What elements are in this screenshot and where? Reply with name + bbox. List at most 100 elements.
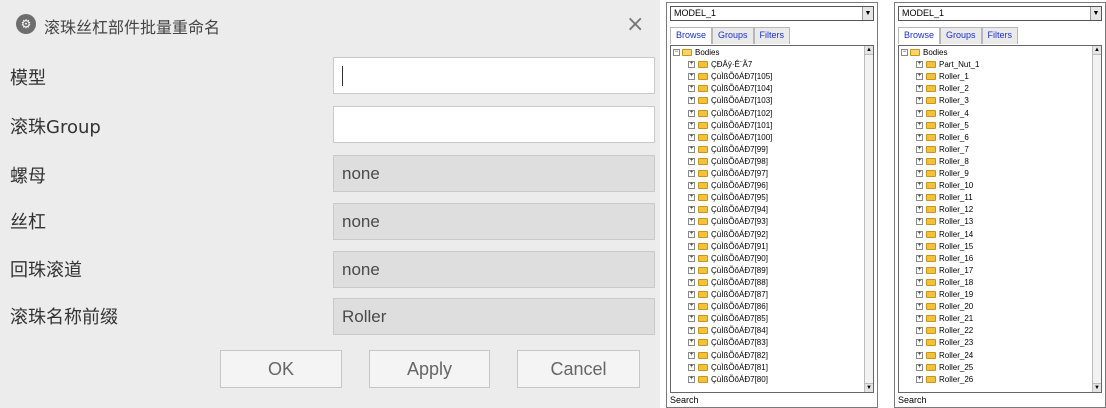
text-caret	[342, 66, 343, 86]
scroll-down-icon[interactable]: ▼	[1093, 383, 1101, 392]
plus-icon[interactable]: +	[916, 375, 923, 383]
plus-icon[interactable]: +	[688, 230, 695, 238]
plus-icon[interactable]: +	[688, 85, 695, 93]
plus-icon[interactable]: +	[916, 266, 923, 274]
plus-icon[interactable]: +	[916, 218, 923, 226]
tab-browse[interactable]: Browse	[898, 27, 941, 44]
plus-icon[interactable]: +	[688, 133, 695, 141]
plus-icon[interactable]: +	[688, 327, 695, 335]
tree-item-label: ÇùÌßÕôÁÐ7[87]	[711, 290, 768, 299]
model-input[interactable]	[333, 57, 655, 94]
plus-icon[interactable]: +	[916, 242, 923, 250]
folder-icon	[926, 121, 936, 129]
plus-icon[interactable]: +	[916, 291, 923, 298]
search-label[interactable]: Search	[898, 395, 927, 405]
plus-icon[interactable]: +	[916, 97, 923, 105]
chevron-down-icon[interactable]: ▼	[862, 7, 873, 20]
plus-icon[interactable]: +	[916, 182, 923, 190]
model-select[interactable]: MODEL_1 ▼	[898, 6, 1102, 21]
scroll-up-icon[interactable]: ▲	[1093, 46, 1101, 55]
tab-groups[interactable]: Groups	[712, 27, 754, 44]
scroll-up-icon[interactable]: ▲	[865, 46, 873, 55]
plus-icon[interactable]: +	[916, 363, 923, 371]
folder-icon	[698, 278, 708, 286]
plus-icon[interactable]: +	[688, 351, 695, 359]
plus-icon[interactable]: +	[916, 303, 923, 311]
plus-icon[interactable]: +	[916, 133, 923, 141]
plus-icon[interactable]: +	[916, 254, 923, 262]
plus-icon[interactable]: +	[688, 121, 695, 129]
tree-item-label: ÇùÌßÕôÁÐ7[90]	[711, 253, 768, 263]
plus-icon[interactable]: +	[688, 339, 695, 347]
plus-icon[interactable]: +	[916, 327, 923, 335]
cancel-button[interactable]: Cancel	[517, 350, 640, 388]
plus-icon[interactable]: +	[916, 230, 923, 238]
plus-icon[interactable]: +	[688, 375, 695, 383]
plus-icon[interactable]: +	[916, 157, 923, 165]
plus-icon[interactable]: +	[688, 278, 695, 286]
tree-item-label: Roller_9	[939, 169, 969, 178]
plus-icon[interactable]: +	[688, 315, 695, 323]
plus-icon[interactable]: +	[916, 73, 923, 81]
plus-icon[interactable]: +	[688, 170, 695, 177]
plus-icon[interactable]: +	[916, 109, 923, 117]
folder-icon	[926, 182, 936, 190]
plus-icon[interactable]: +	[688, 291, 695, 298]
plus-icon[interactable]: +	[688, 109, 695, 117]
minus-icon[interactable]: −	[673, 49, 680, 56]
folder-icon	[926, 327, 936, 335]
dialog-titlebar: ⚙ 滚珠丝杠部件批量重命名 ×	[0, 0, 660, 52]
plus-icon[interactable]: +	[688, 182, 695, 190]
plus-icon[interactable]: +	[688, 157, 695, 165]
tree-scrollbar[interactable]: ▲ ▼	[864, 46, 873, 392]
plus-icon[interactable]: +	[916, 61, 923, 69]
tree-item-label: ÇùÌßÕôÁÐ7[92]	[711, 229, 768, 239]
ball-group-input[interactable]	[333, 106, 655, 143]
plus-icon[interactable]: +	[688, 242, 695, 250]
tree-item-label: Roller_18	[939, 277, 974, 287]
tab-groups[interactable]: Groups	[940, 27, 982, 44]
tab-browse[interactable]: Browse	[670, 27, 713, 44]
plus-icon[interactable]: +	[688, 61, 695, 69]
plus-icon[interactable]: +	[916, 85, 923, 93]
plus-icon[interactable]: +	[916, 339, 923, 347]
plus-icon[interactable]: +	[916, 278, 923, 286]
search-label[interactable]: Search	[670, 395, 699, 405]
ok-button[interactable]: OK	[220, 350, 342, 388]
plus-icon[interactable]: +	[916, 206, 923, 214]
scroll-down-icon[interactable]: ▼	[865, 383, 873, 392]
tree-item-label: Roller_1	[939, 72, 969, 82]
apply-button[interactable]: Apply	[369, 350, 490, 388]
minus-icon[interactable]: −	[901, 49, 908, 56]
tree-scrollbar[interactable]: ▲ ▼	[1092, 46, 1101, 392]
folder-icon	[698, 375, 708, 383]
plus-icon[interactable]: +	[688, 254, 695, 262]
plus-icon[interactable]: +	[916, 121, 923, 129]
tree-item-label: Roller_17	[939, 265, 974, 275]
tree-item-label: ÇùÌßÕôÁÐ7[97]	[711, 169, 768, 178]
plus-icon[interactable]: +	[688, 97, 695, 105]
plus-icon[interactable]: +	[688, 73, 695, 81]
model-select[interactable]: MODEL_1 ▼	[670, 6, 874, 21]
plus-icon[interactable]: +	[688, 363, 695, 371]
tree-item-label: ÇùÌßÕôÁÐ7[80]	[711, 374, 768, 384]
plus-icon[interactable]: +	[916, 194, 923, 202]
tab-filters[interactable]: Filters	[981, 27, 1019, 44]
plus-icon[interactable]: +	[688, 266, 695, 274]
tree-item-label: ÇùÌßÕôÁÐ7[96]	[711, 181, 768, 191]
plus-icon[interactable]: +	[688, 218, 695, 226]
plus-icon[interactable]: +	[916, 145, 923, 153]
plus-icon[interactable]: +	[916, 315, 923, 323]
model-browser-panel-2: MODEL_1 ▼ Browse Groups Filters − Bodies +…	[894, 2, 1106, 408]
chevron-down-icon[interactable]: ▼	[1090, 7, 1101, 20]
folder-icon	[910, 49, 920, 56]
plus-icon[interactable]: +	[916, 170, 923, 177]
tab-filters[interactable]: Filters	[753, 27, 791, 44]
close-icon[interactable]: ×	[626, 12, 644, 37]
plus-icon[interactable]: +	[688, 206, 695, 214]
plus-icon[interactable]: +	[916, 351, 923, 359]
plus-icon[interactable]: +	[688, 194, 695, 202]
folder-icon	[698, 351, 708, 359]
plus-icon[interactable]: +	[688, 145, 695, 153]
plus-icon[interactable]: +	[688, 303, 695, 311]
